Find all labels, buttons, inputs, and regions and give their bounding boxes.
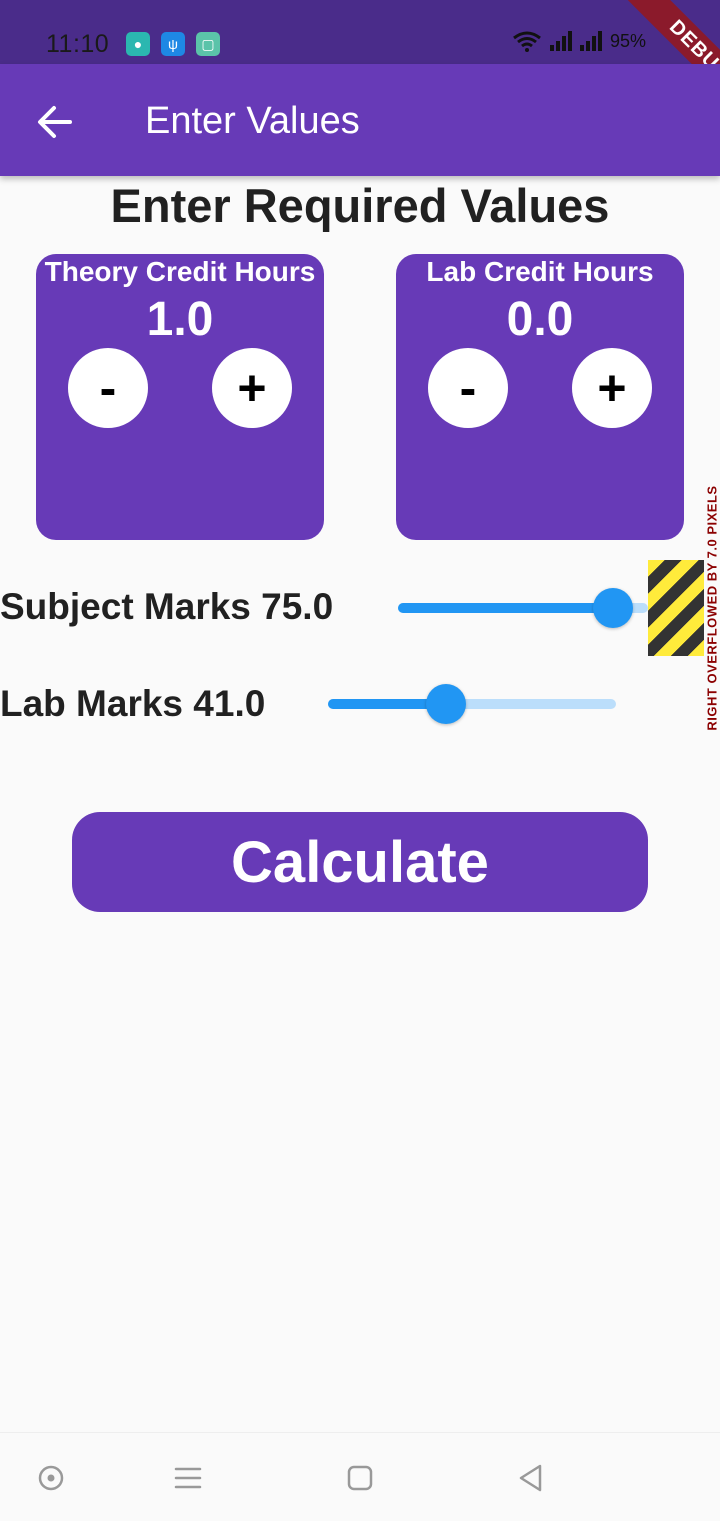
subject-marks-slider[interactable]: [398, 588, 648, 628]
lab-decrement-button[interactable]: -: [428, 348, 508, 428]
theory-decrement-button[interactable]: -: [68, 348, 148, 428]
usb-icon: ψ: [161, 32, 185, 56]
recent-apps-icon[interactable]: [171, 1461, 205, 1495]
lab-credit-title: Lab Credit Hours: [426, 256, 654, 287]
theory-credit-value: 1.0: [146, 293, 214, 346]
lab-increment-button[interactable]: +: [572, 348, 652, 428]
app-bar: Enter Values: [0, 64, 720, 176]
theory-credit-card: Theory Credit Hours 1.0 - +: [36, 254, 324, 540]
subject-marks-fill: [398, 603, 613, 613]
theory-credit-title: Theory Credit Hours: [44, 256, 316, 287]
system-nav-bar: [0, 1432, 720, 1521]
wifi-icon: [513, 31, 541, 52]
arrow-left-icon[interactable]: [30, 96, 82, 148]
status-app-icons: ● ψ ▢: [126, 32, 220, 56]
lab-marks-slider[interactable]: [328, 684, 616, 724]
subject-marks-thumb[interactable]: [593, 588, 633, 628]
theory-increment-button[interactable]: +: [212, 348, 292, 428]
overflow-indicator: [648, 560, 704, 656]
back-nav-icon[interactable]: [513, 1461, 547, 1495]
app-bar-title: Enter Values: [145, 100, 360, 142]
home-icon[interactable]: [343, 1461, 377, 1495]
chat-bubble-icon: ●: [126, 32, 150, 56]
assistant-icon[interactable]: [34, 1461, 68, 1495]
page-heading: Enter Required Values: [110, 179, 610, 232]
status-indicators: 95%: [512, 30, 646, 52]
lab-credit-value: 0.0: [506, 293, 574, 346]
calculate-button[interactable]: Calculate: [72, 812, 648, 912]
gallery-icon: ▢: [196, 32, 220, 56]
signal-icon-2: [580, 31, 602, 51]
lab-credit-card: Lab Credit Hours 0.0 - +: [396, 254, 684, 540]
overflow-warning-text: RIGHT OVERFLOWED BY 7.0 PIXELS: [704, 485, 720, 731]
subject-marks-label: Subject Marks 75.0: [0, 586, 334, 627]
status-bar: 11:10 ● ψ ▢ 95%: [0, 0, 720, 64]
lab-marks-label: Lab Marks 41.0: [0, 683, 266, 724]
signal-icon: [550, 31, 572, 51]
lab-marks-thumb[interactable]: [426, 684, 467, 724]
battery-percent: 95%: [610, 30, 647, 51]
status-time: 11:10: [46, 30, 110, 58]
